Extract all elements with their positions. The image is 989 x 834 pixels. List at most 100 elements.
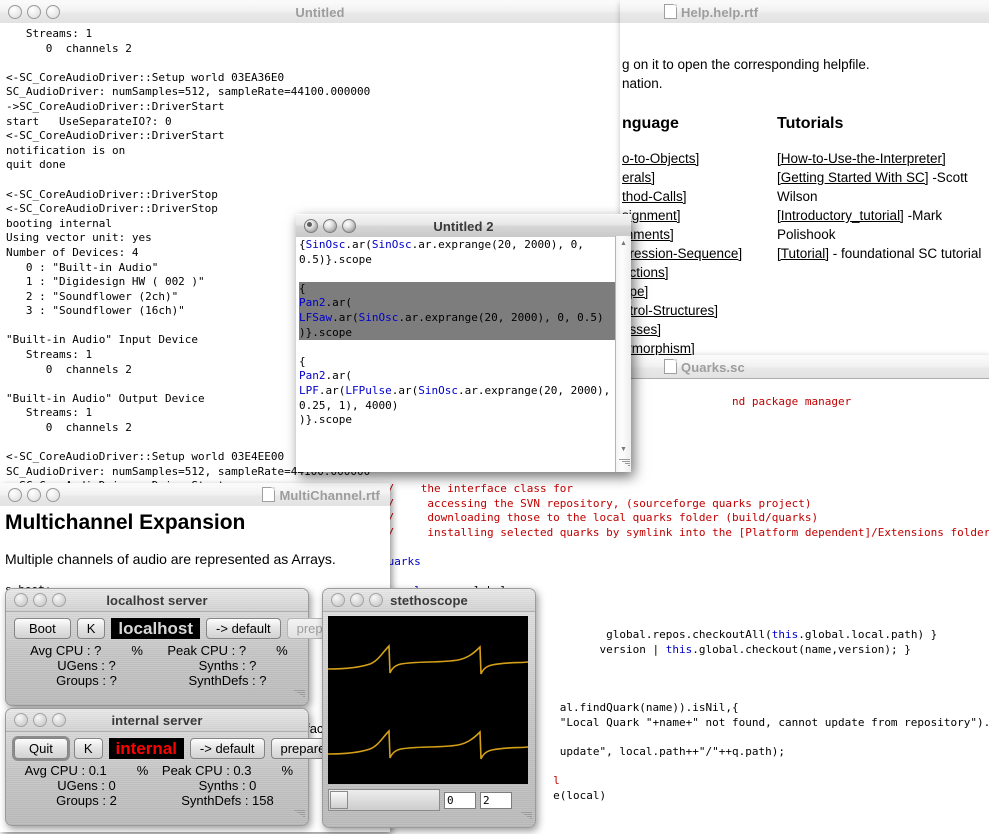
window-localhost-server[interactable]: localhost server Boot K localhost -> def…	[5, 588, 374, 706]
zoom-icon-localhost[interactable]	[52, 593, 66, 607]
help-intro: g on it to open the corresponding helpfi…	[620, 55, 989, 93]
titlebar-untitled2[interactable]: Untitled 2	[296, 214, 631, 238]
help-link[interactable]: asses]	[622, 320, 777, 339]
kill-button-internal[interactable]: K	[73, 738, 103, 759]
document-icon	[664, 4, 677, 19]
titlebar-help[interactable]: Help.help.rtf	[620, 0, 989, 24]
help-link[interactable]: [Getting Started With SC] -Scott Wilson	[777, 168, 989, 206]
window-controls-internal[interactable]	[6, 713, 66, 727]
boot-button-localhost[interactable]: Boot	[14, 618, 71, 639]
post-log-line: quit done	[6, 158, 66, 172]
help-tutorials-link-list[interactable]: [How-to-Use-the-Interpreter] [Getting Sta…	[777, 149, 989, 263]
scope-channels-field[interactable]	[480, 791, 512, 809]
help-link[interactable]: thod-Calls]	[622, 187, 777, 206]
server-stat-unit: %	[281, 763, 294, 778]
zoom-icon[interactable]	[46, 5, 60, 19]
help-link[interactable]: mments]	[622, 225, 777, 244]
help-link[interactable]: o-to-Objects]	[622, 149, 777, 168]
help-content[interactable]: g on it to open the corresponding helpfi…	[620, 23, 989, 372]
post-log-line: <-SC_CoreAudioDriver::DriverStop	[6, 187, 218, 201]
help-link[interactable]: nctions]	[622, 263, 777, 282]
server-stat-row: Groups : 2 SynthDefs : 158	[16, 793, 298, 808]
zoom-icon-internal[interactable]	[52, 713, 66, 727]
untitled2-text-area[interactable]: {SinOsc.ar(SinOsc.ar.exprange(20, 2000),…	[296, 237, 615, 472]
server-stat-row: Groups : ? SynthDefs : ?	[16, 673, 298, 688]
help-language-link-list[interactable]: o-to-Objects] erals] thod-Calls] signment] m…	[622, 149, 777, 372]
window-controls-stethoscope[interactable]	[323, 593, 383, 607]
titlebar-post-untitled[interactable]: Untitled	[0, 0, 640, 24]
post-log-line: Streams: 1	[6, 27, 93, 40]
untitled2-code-block-3: {Pan2.ar(LPF.ar(LFPulse.ar(SinOsc.ar.exp…	[299, 355, 615, 428]
help-link[interactable]: signment]	[622, 206, 777, 225]
server-stat-cell: Peak CPU : ?%	[157, 643, 298, 658]
scope-scrollbar-thumb[interactable]	[330, 791, 348, 809]
window-controls-untitled2[interactable]	[296, 219, 356, 233]
resize-grip-untitled2[interactable]	[617, 458, 630, 471]
window-internal-server[interactable]: internal server Quit K internal -> defau…	[5, 708, 357, 826]
titlebar-multichannel[interactable]: MultiChannel.rtf	[0, 483, 390, 507]
document-icon-multichannel	[262, 487, 276, 502]
minimize-icon-untitled2[interactable]	[323, 219, 337, 233]
zoom-icon-multichannel[interactable]	[46, 488, 60, 502]
scope-index-field[interactable]	[444, 791, 476, 809]
help-link[interactable]: [Tutorial] - foundational SC tutorial	[777, 244, 989, 263]
resize-grip-stethoscope[interactable]	[519, 811, 532, 824]
close-icon-multichannel[interactable]	[8, 488, 22, 502]
post-log-line	[6, 56, 624, 71]
scroll-up-arrow-icon-u2[interactable]: ▲	[616, 236, 631, 251]
zoom-icon-stethoscope[interactable]	[369, 593, 383, 607]
server-name-internal[interactable]: internal	[108, 738, 184, 759]
close-icon-untitled2[interactable]	[304, 219, 318, 233]
make-default-button-localhost[interactable]: -> default	[206, 618, 281, 639]
server-name-localhost[interactable]: localhost	[111, 618, 201, 639]
minimize-icon-localhost[interactable]	[33, 593, 47, 607]
window-help[interactable]: Help.help.rtf g on it to open the corres…	[620, 0, 989, 372]
window-untitled2[interactable]: Untitled 2 {SinOsc.ar(SinOsc.ar.exprange…	[296, 214, 631, 472]
titlebar-localhost-server[interactable]: localhost server	[6, 589, 308, 612]
window-stethoscope[interactable]: stethoscope	[322, 588, 536, 828]
close-icon-localhost[interactable]	[14, 593, 28, 607]
untitled2-code-block-1: {SinOsc.ar(SinOsc.ar.exprange(20, 2000),…	[299, 238, 615, 267]
help-link[interactable]: [Introductory_tutorial] -Mark Polishook	[777, 206, 989, 244]
quarks-source-line	[381, 541, 989, 556]
scroll-down-arrow-icon-u2[interactable]: ▼	[616, 442, 631, 457]
server-stat-unit: %	[136, 763, 149, 778]
resize-grip-localhost[interactable]	[292, 689, 305, 702]
minimize-icon[interactable]	[27, 5, 41, 19]
titlebar-stethoscope[interactable]: stethoscope	[323, 589, 535, 612]
help-link[interactable]: ntrol-Structures]	[622, 301, 777, 320]
document-icon-quarks	[664, 359, 677, 374]
post-log-line: ->SC_CoreAudioDriver::DriverStart	[6, 99, 225, 113]
untitled2-vertical-scrollbar[interactable]: ▲ ▼	[615, 236, 631, 472]
scope-scrollbar[interactable]	[328, 789, 440, 811]
help-link[interactable]: [How-to-Use-the-Interpreter]	[777, 149, 989, 168]
server-stat-label: Groups : ?	[56, 673, 117, 688]
titlebar-internal-server[interactable]: internal server	[6, 709, 308, 732]
code-line: {SinOsc.ar(SinOsc.ar.exprange(20, 2000),…	[299, 238, 584, 251]
kill-button-localhost[interactable]: K	[76, 618, 106, 639]
close-icon-internal[interactable]	[14, 713, 28, 727]
minimize-icon-multichannel[interactable]	[27, 488, 41, 502]
help-link[interactable]: ope]	[622, 282, 777, 301]
close-icon-stethoscope[interactable]	[331, 593, 345, 607]
window-controls-localhost[interactable]	[6, 593, 66, 607]
server-stat-unit: %	[276, 643, 288, 658]
server-stat-cell: UGens : 0	[16, 778, 157, 793]
server-stat-row: Avg CPU : ?% Peak CPU : ?%	[16, 643, 298, 658]
server-stat-label: Synths : 0	[198, 778, 257, 793]
minimize-icon-stethoscope[interactable]	[350, 593, 364, 607]
make-default-button-internal[interactable]: -> default	[189, 738, 265, 759]
resize-grip-internal[interactable]	[292, 809, 305, 822]
help-link[interactable]: erals]	[622, 168, 777, 187]
close-icon[interactable]	[8, 5, 22, 19]
quit-button-internal[interactable]: Quit	[14, 738, 68, 759]
zoom-icon-untitled2[interactable]	[342, 219, 356, 233]
help-link[interactable]: pression-Sequence]	[622, 244, 777, 263]
code-line: Pan2.ar(	[299, 369, 352, 383]
minimize-icon-internal[interactable]	[33, 713, 47, 727]
titlebar-quarks[interactable]: Quarks.sc	[620, 355, 989, 379]
window-controls-multichannel[interactable]	[0, 488, 60, 502]
scope-display[interactable]	[327, 616, 529, 784]
window-controls-post[interactable]	[0, 5, 60, 19]
window-title-post: Untitled	[295, 4, 345, 20]
